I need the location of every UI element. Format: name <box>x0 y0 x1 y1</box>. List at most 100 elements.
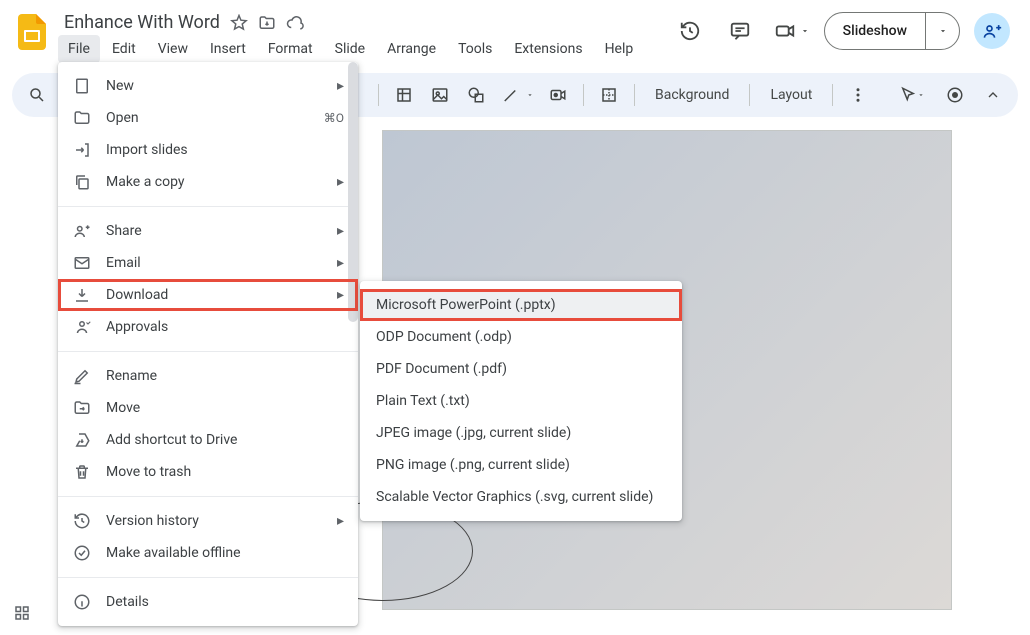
menu-arrange[interactable]: Arrange <box>377 35 446 63</box>
slideshow-dropdown[interactable] <box>925 13 959 49</box>
fm-label: Version history <box>106 513 337 529</box>
chevron-down-icon[interactable] <box>800 26 810 36</box>
new-slide-icon[interactable] <box>594 80 624 110</box>
fm-open[interactable]: Open ⌘O <box>58 102 358 134</box>
fm-import[interactable]: Import slides <box>58 134 358 166</box>
trash-icon <box>72 462 92 482</box>
comments-icon[interactable] <box>722 13 758 49</box>
menu-edit[interactable]: Edit <box>102 35 146 63</box>
more-icon[interactable] <box>843 80 873 110</box>
dm-svg[interactable]: Scalable Vector Graphics (.svg, current … <box>360 481 682 513</box>
menu-extensions[interactable]: Extensions <box>504 35 592 63</box>
pencil-icon <box>72 366 92 386</box>
fm-download[interactable]: Download ▸ <box>58 279 358 311</box>
fm-shortcut[interactable]: Add shortcut to Drive <box>58 424 358 456</box>
dm-txt[interactable]: Plain Text (.txt) <box>360 385 682 417</box>
chevron-right-icon: ▸ <box>337 174 344 190</box>
dm-jpeg[interactable]: JPEG image (.jpg, current slide) <box>360 417 682 449</box>
chevron-right-icon: ▸ <box>337 287 344 303</box>
shape-icon[interactable] <box>461 80 491 110</box>
share-button[interactable] <box>974 13 1010 49</box>
file-blank-icon <box>72 76 92 96</box>
email-icon <box>72 253 92 273</box>
grid-apps-icon[interactable] <box>10 601 34 625</box>
chevron-right-icon: ▸ <box>337 78 344 94</box>
fm-label: Make a copy <box>106 174 337 190</box>
separator <box>58 496 358 497</box>
download-submenu: Microsoft PowerPoint (.pptx) ODP Documen… <box>360 281 682 521</box>
fm-label: Email <box>106 255 337 271</box>
cloud-status-icon[interactable] <box>286 14 304 32</box>
separator <box>749 84 750 106</box>
copy-icon <box>72 172 92 192</box>
fm-label: Approvals <box>106 319 344 335</box>
fm-new[interactable]: New ▸ <box>58 70 358 102</box>
pointer-icon[interactable] <box>892 80 932 110</box>
select-icon[interactable] <box>389 80 419 110</box>
move-folder-icon <box>72 398 92 418</box>
camera-icon[interactable] <box>772 13 798 49</box>
doc-title[interactable]: Enhance With Word <box>64 12 220 33</box>
fm-copy[interactable]: Make a copy ▸ <box>58 166 358 198</box>
image-icon[interactable] <box>425 80 455 110</box>
chevron-right-icon: ▸ <box>337 223 344 239</box>
menu-format[interactable]: Format <box>258 35 323 63</box>
fm-shortcut: ⌘O <box>324 111 344 125</box>
fm-email[interactable]: Email ▸ <box>58 247 358 279</box>
slideshow-button: Slideshow <box>824 12 960 50</box>
folder-icon <box>72 108 92 128</box>
history-icon <box>72 511 92 531</box>
separator <box>58 351 358 352</box>
fm-label: Details <box>106 594 344 610</box>
separator <box>58 206 358 207</box>
import-icon <box>72 140 92 160</box>
move-folder-icon[interactable] <box>258 14 276 32</box>
background-button[interactable]: Background <box>645 87 739 103</box>
fm-label: New <box>106 78 337 94</box>
dm-pptx[interactable]: Microsoft PowerPoint (.pptx) <box>360 289 682 321</box>
layout-button[interactable]: Layout <box>760 87 822 103</box>
approvals-icon <box>72 317 92 337</box>
fm-details[interactable]: Details <box>58 586 358 618</box>
fm-label: Move to trash <box>106 464 344 480</box>
slideshow-main[interactable]: Slideshow <box>825 13 925 49</box>
menu-slide[interactable]: Slide <box>325 35 375 63</box>
fm-move[interactable]: Move <box>58 392 358 424</box>
dm-png[interactable]: PNG image (.png, current slide) <box>360 449 682 481</box>
fm-trash[interactable]: Move to trash <box>58 456 358 488</box>
fm-share[interactable]: Share ▸ <box>58 215 358 247</box>
fm-label: Share <box>106 223 337 239</box>
download-icon <box>72 285 92 305</box>
dm-odp[interactable]: ODP Document (.odp) <box>360 321 682 353</box>
menu-bar: File Edit View Insert Format Slide Arran… <box>56 35 672 63</box>
chevron-right-icon: ▸ <box>337 513 344 529</box>
chevron-up-icon[interactable] <box>978 80 1008 110</box>
info-icon <box>72 592 92 612</box>
slides-logo[interactable] <box>12 12 52 52</box>
search-menu-icon[interactable] <box>22 80 52 110</box>
file-dropdown: New ▸ Open ⌘O Import slides Make a copy … <box>58 62 358 626</box>
history-icon[interactable] <box>672 13 708 49</box>
line-icon[interactable] <box>497 80 537 110</box>
menu-help[interactable]: Help <box>595 35 644 63</box>
fm-approvals[interactable]: Approvals <box>58 311 358 343</box>
fm-label: Rename <box>106 368 344 384</box>
fm-offline[interactable]: Make available offline <box>58 537 358 569</box>
star-icon[interactable] <box>230 14 248 32</box>
menu-view[interactable]: View <box>148 35 198 63</box>
menu-insert[interactable]: Insert <box>200 35 256 63</box>
menu-tools[interactable]: Tools <box>448 35 502 63</box>
chevron-right-icon: ▸ <box>337 255 344 271</box>
fm-label: Add shortcut to Drive <box>106 432 344 448</box>
fm-rename[interactable]: Rename <box>58 360 358 392</box>
drive-shortcut-icon <box>72 430 92 450</box>
video-rec-icon[interactable] <box>543 80 573 110</box>
fm-label: Import slides <box>106 142 344 158</box>
fm-label: Download <box>106 287 337 303</box>
dm-pdf[interactable]: PDF Document (.pdf) <box>360 353 682 385</box>
separator <box>832 84 833 106</box>
offline-icon <box>72 543 92 563</box>
record-dot-icon[interactable] <box>940 80 970 110</box>
menu-file[interactable]: File <box>58 35 100 63</box>
fm-version[interactable]: Version history ▸ <box>58 505 358 537</box>
